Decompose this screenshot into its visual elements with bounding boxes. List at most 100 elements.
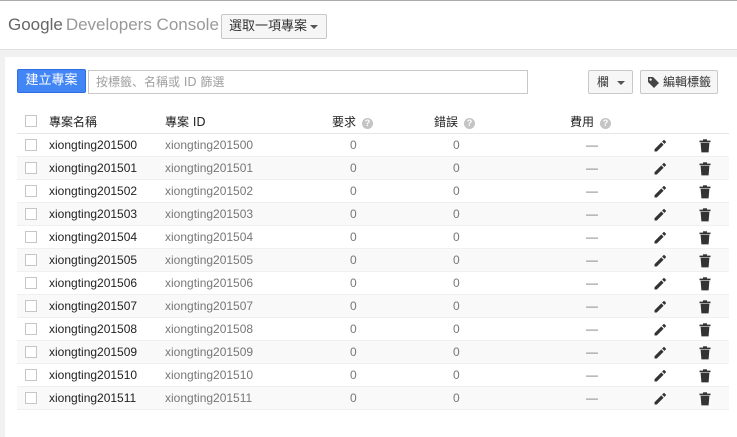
trash-icon[interactable] <box>699 162 711 176</box>
table-row[interactable]: xiongting201505 xiongting201505 0 0 — <box>17 249 729 272</box>
row-checkbox[interactable] <box>25 392 37 404</box>
column-header-id[interactable]: 專案 ID <box>165 110 206 133</box>
billing-value: — <box>586 253 598 267</box>
table-row[interactable]: xiongting201508 xiongting201508 0 0 — <box>17 318 729 341</box>
project-name[interactable]: xiongting201500 <box>49 134 137 157</box>
row-checkbox[interactable] <box>25 139 37 151</box>
table-row[interactable]: xiongting201509 xiongting201509 0 0 — <box>17 341 729 364</box>
table-row[interactable]: xiongting201511 xiongting201511 0 0 — <box>17 387 729 410</box>
requests-value: 0 <box>350 391 357 405</box>
edit-tags-button[interactable]: 編輯標籤 <box>640 70 718 94</box>
pencil-icon[interactable] <box>653 162 667 176</box>
trash-icon[interactable] <box>699 392 711 406</box>
tag-icon <box>648 77 659 88</box>
trash-icon[interactable] <box>699 254 711 268</box>
table-row[interactable]: xiongting201503 xiongting201503 0 0 — <box>17 203 729 226</box>
project-name[interactable]: xiongting201507 <box>49 295 137 318</box>
requests-value: 0 <box>350 253 357 267</box>
pencil-icon[interactable] <box>653 185 667 199</box>
requests-value: 0 <box>350 230 357 244</box>
projects-card: 建立專案 欄 編輯標籤 專案名稱 專案 ID 要求? 錯誤? 費用? xiong… <box>5 57 737 437</box>
help-circle-icon[interactable]: ? <box>464 118 476 129</box>
trash-icon[interactable] <box>699 346 711 360</box>
row-checkbox[interactable] <box>25 346 37 358</box>
row-checkbox[interactable] <box>25 323 37 335</box>
caret-down-icon <box>617 81 625 85</box>
row-checkbox[interactable] <box>25 208 37 220</box>
requests-value: 0 <box>350 184 357 198</box>
errors-value: 0 <box>453 322 460 336</box>
create-project-button[interactable]: 建立專案 <box>17 69 86 93</box>
project-name[interactable]: xiongting201509 <box>49 341 137 364</box>
column-header-name[interactable]: 專案名稱 <box>49 110 97 133</box>
project-name[interactable]: xiongting201508 <box>49 318 137 341</box>
row-checkbox[interactable] <box>25 300 37 312</box>
project-name[interactable]: xiongting201505 <box>49 249 137 272</box>
trash-icon[interactable] <box>699 231 711 245</box>
pencil-icon[interactable] <box>653 139 667 153</box>
project-id: xiongting201502 <box>165 184 254 198</box>
trash-icon[interactable] <box>699 208 711 222</box>
project-select-dropdown[interactable]: 選取一項專案 <box>221 14 327 39</box>
row-checkbox[interactable] <box>25 277 37 289</box>
row-checkbox[interactable] <box>25 254 37 266</box>
filter-input[interactable] <box>88 70 528 94</box>
project-name[interactable]: xiongting201501 <box>49 157 137 180</box>
errors-value: 0 <box>453 368 460 382</box>
pencil-icon[interactable] <box>653 300 667 314</box>
project-name[interactable]: xiongting201503 <box>49 203 137 226</box>
billing-header-label: 費用 <box>570 115 595 129</box>
row-checkbox[interactable] <box>25 185 37 197</box>
requests-value: 0 <box>350 322 357 336</box>
row-checkbox[interactable] <box>25 369 37 381</box>
table-row[interactable]: xiongting201510 xiongting201510 0 0 — <box>17 364 729 387</box>
table-row[interactable]: xiongting201507 xiongting201507 0 0 — <box>17 295 729 318</box>
column-header-billing[interactable]: 費用? <box>570 110 612 133</box>
requests-value: 0 <box>350 138 357 152</box>
trash-icon[interactable] <box>699 277 711 291</box>
errors-value: 0 <box>453 391 460 405</box>
help-circle-icon[interactable]: ? <box>600 118 612 129</box>
table-row[interactable]: xiongting201502 xiongting201502 0 0 — <box>17 180 729 203</box>
table-row[interactable]: xiongting201504 xiongting201504 0 0 — <box>17 226 729 249</box>
logo[interactable]: Google Developers Console <box>8 15 219 35</box>
project-id: xiongting201500 <box>165 138 254 152</box>
errors-value: 0 <box>453 138 460 152</box>
row-checkbox[interactable] <box>25 231 37 243</box>
row-checkbox[interactable] <box>25 162 37 174</box>
project-id: xiongting201503 <box>165 207 254 221</box>
errors-value: 0 <box>453 207 460 221</box>
project-name[interactable]: xiongting201502 <box>49 180 137 203</box>
table-row[interactable]: xiongting201506 xiongting201506 0 0 — <box>17 272 729 295</box>
trash-icon[interactable] <box>699 300 711 314</box>
project-name[interactable]: xiongting201511 <box>49 387 136 410</box>
trash-icon[interactable] <box>699 139 711 153</box>
project-name[interactable]: xiongting201510 <box>49 364 137 387</box>
trash-icon[interactable] <box>699 369 711 383</box>
trash-icon[interactable] <box>699 323 711 337</box>
pencil-icon[interactable] <box>653 277 667 291</box>
requests-header-label: 要求 <box>332 115 357 129</box>
pencil-icon[interactable] <box>653 346 667 360</box>
pencil-icon[interactable] <box>653 323 667 337</box>
project-id: xiongting201506 <box>165 276 254 290</box>
project-name[interactable]: xiongting201504 <box>49 226 137 249</box>
trash-icon[interactable] <box>699 185 711 199</box>
table-row[interactable]: xiongting201500 xiongting201500 0 0 — <box>17 134 729 157</box>
columns-dropdown-button[interactable]: 欄 <box>588 70 633 94</box>
help-circle-icon[interactable]: ? <box>362 118 374 129</box>
pencil-icon[interactable] <box>653 208 667 222</box>
column-header-errors[interactable]: 錯誤? <box>434 110 476 133</box>
pencil-icon[interactable] <box>653 392 667 406</box>
billing-value: — <box>586 368 598 382</box>
top-header: Google Developers Console 選取一項專案 <box>0 0 737 50</box>
select-all-checkbox[interactable] <box>25 115 37 127</box>
pencil-icon[interactable] <box>653 254 667 268</box>
project-name[interactable]: xiongting201506 <box>49 272 137 295</box>
table-row[interactable]: xiongting201501 xiongting201501 0 0 — <box>17 157 729 180</box>
pencil-icon[interactable] <box>653 369 667 383</box>
pencil-icon[interactable] <box>653 231 667 245</box>
billing-value: — <box>586 391 598 405</box>
column-header-requests[interactable]: 要求? <box>332 110 374 133</box>
caret-down-icon <box>310 25 318 29</box>
